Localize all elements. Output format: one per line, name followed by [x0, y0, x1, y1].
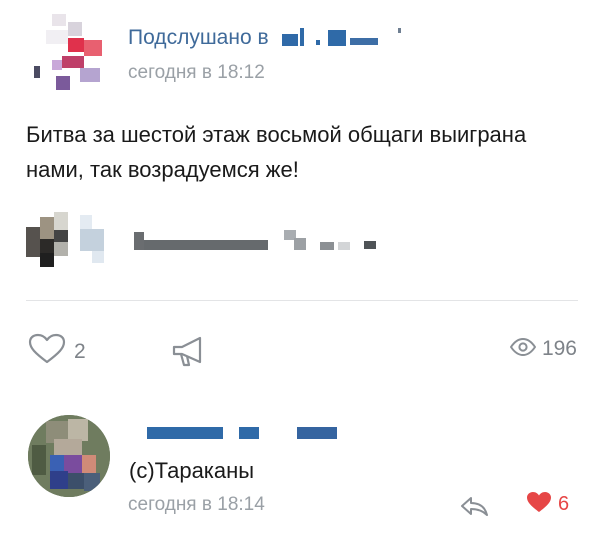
group-name-text[interactable]: Подслушано в: [128, 26, 269, 49]
megaphone-icon: [170, 336, 206, 372]
eye-icon: [509, 337, 537, 361]
reply-arrow-icon: [459, 497, 489, 521]
post-divider: [26, 300, 578, 301]
post-attachment[interactable]: [26, 212, 386, 274]
reply-button[interactable]: [459, 495, 489, 522]
like-button[interactable]: 2: [28, 333, 86, 370]
comment-like-button[interactable]: 6: [526, 491, 569, 518]
group-name[interactable]: Подслушано в: [128, 26, 414, 50]
views-counter: 196: [509, 337, 577, 361]
comment-text: (с)Тараканы: [129, 458, 255, 483]
post-text: Битва за шестой этаж восьмой общаги выиг…: [26, 122, 527, 182]
comment-author-name-censored[interactable]: [147, 427, 347, 441]
comment-author-avatar[interactable]: [28, 415, 110, 497]
group-name-censored: [274, 28, 414, 48]
group-avatar[interactable]: [34, 14, 106, 94]
post-timestamp[interactable]: сегодня в 18:12: [128, 62, 265, 84]
like-count: 2: [74, 339, 86, 363]
views-count: 196: [541, 337, 577, 360]
heart-outline-icon: [28, 333, 66, 370]
comment-like-count: 6: [558, 493, 570, 515]
comment-timestamp[interactable]: сегодня в 18:14: [128, 494, 265, 516]
heart-filled-icon: [526, 491, 552, 518]
share-button[interactable]: [170, 334, 206, 373]
